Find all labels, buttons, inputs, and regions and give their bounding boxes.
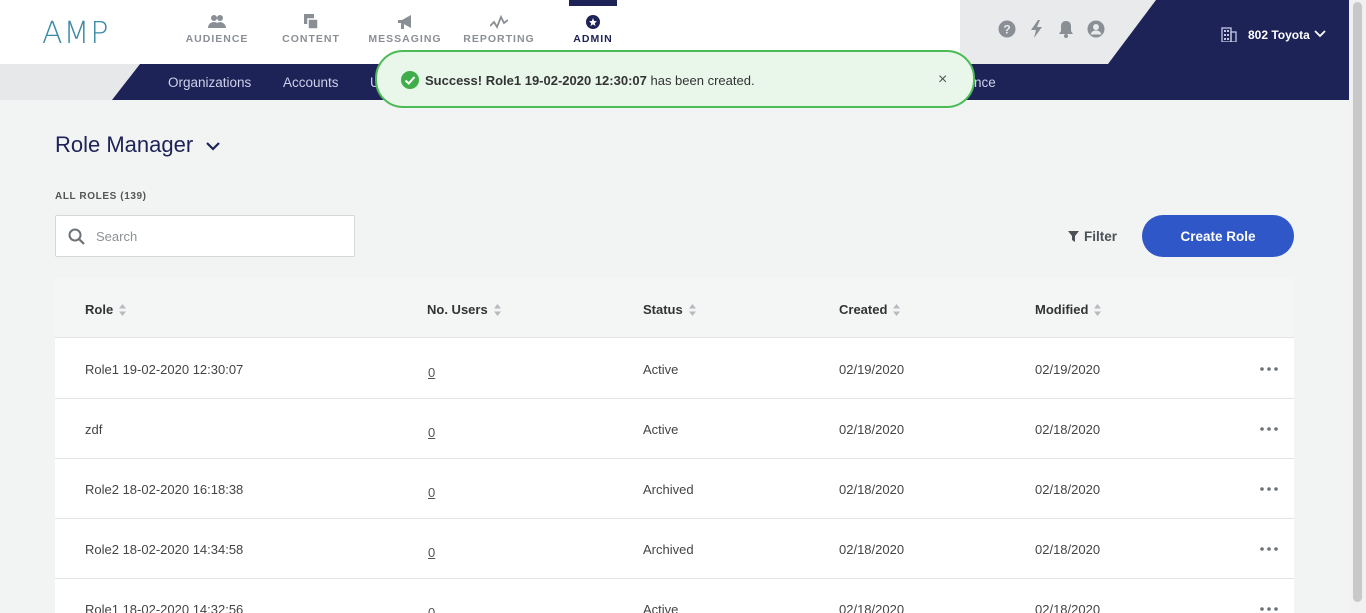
subnav-accounts[interactable]: Accounts: [283, 75, 339, 90]
admin-star-icon: [586, 15, 600, 29]
megaphone-icon: [398, 15, 411, 29]
search-input[interactable]: [96, 224, 336, 248]
column-created-label: Created: [839, 302, 888, 317]
nav-messaging-label: MESSAGING: [368, 33, 442, 45]
building-icon: [1221, 27, 1237, 42]
toast-prefix: Success!: [425, 73, 486, 88]
nav-content[interactable]: CONTENT: [264, 0, 358, 64]
nav-audience[interactable]: AUDIENCE: [170, 0, 264, 64]
column-status-label: Status: [643, 302, 683, 317]
svg-text:?: ?: [1003, 23, 1010, 37]
search-icon: [68, 228, 85, 245]
audience-icon: [208, 15, 226, 28]
help-icon[interactable]: ?: [998, 20, 1016, 38]
column-role[interactable]: Role: [85, 302, 127, 317]
more-actions-icon[interactable]: [1258, 421, 1280, 437]
subnav-organizations[interactable]: Organizations: [168, 75, 251, 90]
role-name[interactable]: zdf: [85, 422, 102, 437]
chevron-down-icon: [1314, 30, 1326, 38]
users-count-link[interactable]: 0: [428, 425, 435, 440]
role-created: 02/19/2020: [839, 362, 905, 377]
content-icon: [304, 14, 319, 30]
role-status: Active: [643, 422, 679, 437]
users-count-link[interactable]: 0: [428, 485, 435, 500]
role-created: 02/18/2020: [839, 422, 905, 437]
column-modified-label: Modified: [1035, 302, 1089, 317]
table-row[interactable]: Role2 18-02-2020 16:18:38 0 Archived 02/…: [55, 459, 1294, 519]
filter-icon: [1068, 231, 1079, 242]
column-users-label: No. Users: [427, 302, 488, 317]
role-modified: 02/19/2020: [1035, 362, 1101, 377]
nav-reporting-label: REPORTING: [463, 33, 535, 45]
users-count-link[interactable]: 0: [428, 365, 435, 380]
roles-table: Role No. Users Status Created Modified R…: [55, 278, 1294, 613]
more-actions-icon[interactable]: [1258, 541, 1280, 557]
sort-icon: [119, 303, 127, 316]
nav-admin-label: ADMIN: [573, 33, 613, 45]
table-row[interactable]: zdf 0 Active 02/18/2020 02/18/2020: [55, 399, 1294, 459]
create-role-button[interactable]: Create Role: [1142, 215, 1294, 257]
filter-button[interactable]: Filter: [1068, 229, 1117, 244]
column-modified[interactable]: Modified: [1035, 302, 1102, 317]
sort-icon: [688, 303, 696, 316]
role-created: 02/18/2020: [839, 482, 905, 497]
check-circle-icon: [401, 71, 419, 89]
account-name: 802 Toyota: [1248, 28, 1310, 42]
nav-content-label: CONTENT: [282, 33, 340, 45]
role-name[interactable]: Role1 18-02-2020 14:32:56: [85, 602, 243, 613]
toast-message: Success! Role1 19-02-2020 12:30:07 has b…: [425, 73, 755, 88]
table-row[interactable]: Role1 19-02-2020 12:30:07 0 Active 02/19…: [55, 339, 1294, 399]
close-icon[interactable]: ×: [938, 71, 947, 89]
role-modified: 02/18/2020: [1035, 482, 1101, 497]
lightning-icon[interactable]: [1028, 20, 1046, 38]
sort-icon: [493, 303, 501, 316]
role-modified: 02/18/2020: [1035, 422, 1101, 437]
column-created[interactable]: Created: [839, 302, 901, 317]
sort-icon: [1094, 303, 1102, 316]
toast-item: Role1 19-02-2020 12:30:07: [485, 73, 647, 88]
nav-audience-label: AUDIENCE: [185, 33, 249, 45]
success-toast: Success! Role1 19-02-2020 12:30:07 has b…: [375, 50, 975, 108]
more-actions-icon[interactable]: [1258, 601, 1280, 613]
table-header: Role No. Users Status Created Modified: [55, 278, 1294, 338]
filter-label: Filter: [1084, 229, 1118, 244]
role-status: Active: [643, 362, 679, 377]
column-status[interactable]: Status: [643, 302, 696, 317]
role-status: Archived: [643, 542, 694, 557]
role-status: Active: [643, 602, 679, 613]
role-name[interactable]: Role2 18-02-2020 16:18:38: [85, 482, 243, 497]
column-users[interactable]: No. Users: [427, 302, 501, 317]
more-actions-icon[interactable]: [1258, 481, 1280, 497]
toast-suffix: has been created.: [646, 73, 755, 88]
role-created: 02/18/2020: [839, 602, 905, 613]
page-title[interactable]: Role Manager: [55, 132, 193, 158]
users-count-link[interactable]: 0: [428, 605, 435, 613]
amp-logo[interactable]: AMP: [42, 16, 110, 51]
bell-icon[interactable]: [1057, 20, 1075, 38]
table-row[interactable]: Role2 18-02-2020 14:34:58 0 Archived 02/…: [55, 519, 1294, 579]
search-box: [55, 215, 355, 257]
role-modified: 02/18/2020: [1035, 602, 1101, 613]
table-row[interactable]: Role1 18-02-2020 14:32:56 0 Active 02/18…: [55, 579, 1294, 613]
reporting-icon: [490, 14, 508, 30]
role-created: 02/18/2020: [839, 542, 905, 557]
sort-icon: [893, 303, 901, 316]
chevron-down-icon[interactable]: [205, 140, 221, 152]
scrollbar-thumb[interactable]: [1353, 2, 1362, 602]
users-count-link[interactable]: 0: [428, 545, 435, 560]
roles-count: ALL ROLES (139): [55, 191, 147, 202]
role-name[interactable]: Role1 19-02-2020 12:30:07: [85, 362, 243, 377]
more-actions-icon[interactable]: [1258, 361, 1280, 377]
role-name[interactable]: Role2 18-02-2020 14:34:58: [85, 542, 243, 557]
subnav-compliance[interactable]: nce: [974, 75, 996, 90]
role-status: Archived: [643, 482, 694, 497]
column-role-label: Role: [85, 302, 114, 317]
user-icon[interactable]: [1087, 20, 1105, 38]
role-modified: 02/18/2020: [1035, 542, 1101, 557]
